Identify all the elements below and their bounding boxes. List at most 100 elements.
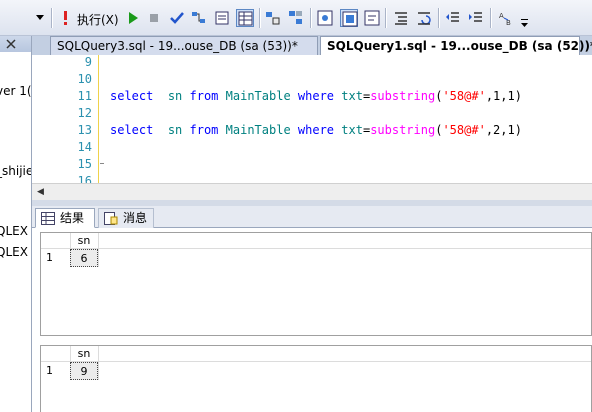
keyword: from [189, 89, 219, 103]
object-explorer-header [0, 36, 31, 52]
comment-out-icon[interactable] [392, 9, 410, 27]
table-name: MainTable [225, 89, 291, 103]
tab-messages-label: 消息 [123, 211, 148, 225]
string-literal: '58@#' [442, 89, 486, 103]
scroll-left-icon[interactable]: ◀ [37, 187, 44, 197]
editor-line: 9 [32, 55, 592, 72]
dropdown-arrow-icon[interactable] [36, 11, 44, 29]
line-number: 12 [77, 106, 92, 120]
sqlcmd-mode-icon[interactable] [363, 9, 381, 27]
column-name: txt [341, 89, 363, 103]
editor-line: 13 select sn from MainTable where txt=su… [32, 123, 592, 140]
function-args: ,1,1) [485, 89, 522, 103]
editor-line: 15 [32, 157, 592, 174]
results-pane: sn 1 6 sn 1 9 [32, 228, 592, 412]
line-number: 14 [77, 140, 92, 154]
column-name: sn [167, 89, 183, 103]
line-number: 9 [84, 55, 92, 69]
display-plan-icon[interactable] [190, 9, 208, 27]
column-name: txt [341, 123, 363, 137]
editor-line: 12 [32, 106, 592, 123]
specify-template-values-icon[interactable]: AB [497, 9, 515, 27]
svg-text:B: B [506, 19, 511, 26]
object-explorer-panel: ver 1( _shijie QLEX QLEX [0, 36, 32, 412]
row-number-header [41, 233, 70, 248]
results-to-grid-icon[interactable] [236, 9, 254, 27]
row-number: 1 [46, 251, 53, 264]
keyword: select [110, 89, 154, 103]
editor-line: 14 [32, 140, 592, 157]
include-plan-icon[interactable] [287, 9, 305, 27]
collapse-end-marker [100, 163, 104, 164]
function-name: substring [370, 123, 436, 137]
line-number: 16 [77, 174, 92, 183]
results-grid[interactable]: sn 1 9 [40, 345, 592, 412]
grid-header-divider [41, 361, 591, 362]
line-number: 13 [77, 123, 92, 137]
tree-node-server[interactable]: ver 1( [0, 84, 31, 98]
tab-results[interactable]: 结果 [35, 208, 95, 228]
result-cell[interactable]: 6 [70, 249, 98, 267]
toolbar-separator [490, 8, 492, 28]
execute-icon[interactable] [57, 9, 75, 27]
result-cell[interactable]: 9 [70, 362, 98, 380]
keyword: where [297, 123, 335, 137]
query-editor[interactable]: 9 10 11 select sn from MainTable where t… [32, 55, 592, 183]
row-number: 1 [46, 364, 53, 377]
tree-node-instance[interactable]: QLEX [0, 245, 28, 259]
parse-check-icon[interactable] [168, 9, 186, 27]
toolbar-separator [438, 8, 440, 28]
message-icon [104, 212, 118, 225]
sql-statement: select sn from MainTable where txt=subst… [110, 123, 522, 137]
toolbar-separator [310, 8, 312, 28]
results-to-file-icon[interactable] [264, 9, 282, 27]
grid-column-divider [98, 233, 99, 267]
execute-button[interactable]: 执行(X) [77, 11, 119, 28]
sql-statement: select sn from MainTable where txt=subst… [110, 89, 522, 103]
uncomment-icon[interactable] [415, 9, 433, 27]
row-number-header [41, 346, 70, 361]
decrease-indent-icon[interactable] [444, 9, 462, 27]
tab-sqlquery1[interactable]: SQLQuery1.sql - 19...ouse_DB (sa (52))* [320, 36, 592, 55]
increase-indent-icon[interactable] [467, 9, 485, 27]
tab-results-label: 结果 [60, 211, 85, 225]
toolbar-separator [51, 8, 53, 28]
results-to-text-icon[interactable] [213, 9, 231, 27]
results-grid[interactable]: sn 1 6 [40, 232, 592, 336]
line-number: 11 [77, 89, 92, 103]
line-number: 15 [77, 157, 92, 171]
query-toolbar: 执行(X) AB [0, 0, 592, 36]
function-name: substring [370, 89, 436, 103]
editor-line: 10 [32, 72, 592, 89]
column-name: sn [167, 123, 183, 137]
stop-icon[interactable] [145, 9, 163, 27]
grid-icon [41, 212, 55, 225]
table-name: MainTable [225, 123, 291, 137]
column-header-sn[interactable]: sn [70, 346, 98, 361]
string-literal: '58@#' [442, 123, 486, 137]
keyword: from [189, 123, 219, 137]
keyword: select [110, 123, 154, 137]
document-tab-strip: SQLQuery3.sql - 19...ouse_DB (sa (53))* … [32, 36, 592, 55]
editor-line: 16 [32, 174, 592, 183]
tree-node-instance[interactable]: QLEX [0, 224, 28, 238]
grid-header-divider [41, 248, 591, 249]
toolbar-overflow-icon[interactable] [521, 19, 529, 37]
toolbar-separator [259, 8, 261, 28]
keyword: where [297, 89, 335, 103]
grid-column-divider [98, 346, 99, 380]
editor-line: 11 select sn from MainTable where txt=su… [32, 89, 592, 106]
tab-sqlquery3[interactable]: SQLQuery3.sql - 19...ouse_DB (sa (53))* [50, 36, 318, 55]
query-options-icon[interactable] [340, 9, 358, 27]
editor-horizontal-scrollbar[interactable]: ◀ [32, 183, 592, 200]
column-header-sn[interactable]: sn [70, 233, 98, 248]
function-args: ,2,1) [485, 123, 522, 137]
debug-run-icon[interactable] [124, 9, 142, 27]
svg-text:A: A [499, 12, 504, 20]
line-number: 10 [77, 72, 92, 86]
tree-node-database[interactable]: _shijie [0, 164, 31, 178]
client-stats-icon[interactable] [316, 9, 334, 27]
results-tab-strip: 结果 消息 [32, 206, 592, 228]
close-icon[interactable] [6, 39, 16, 49]
tab-messages[interactable]: 消息 [98, 208, 154, 228]
